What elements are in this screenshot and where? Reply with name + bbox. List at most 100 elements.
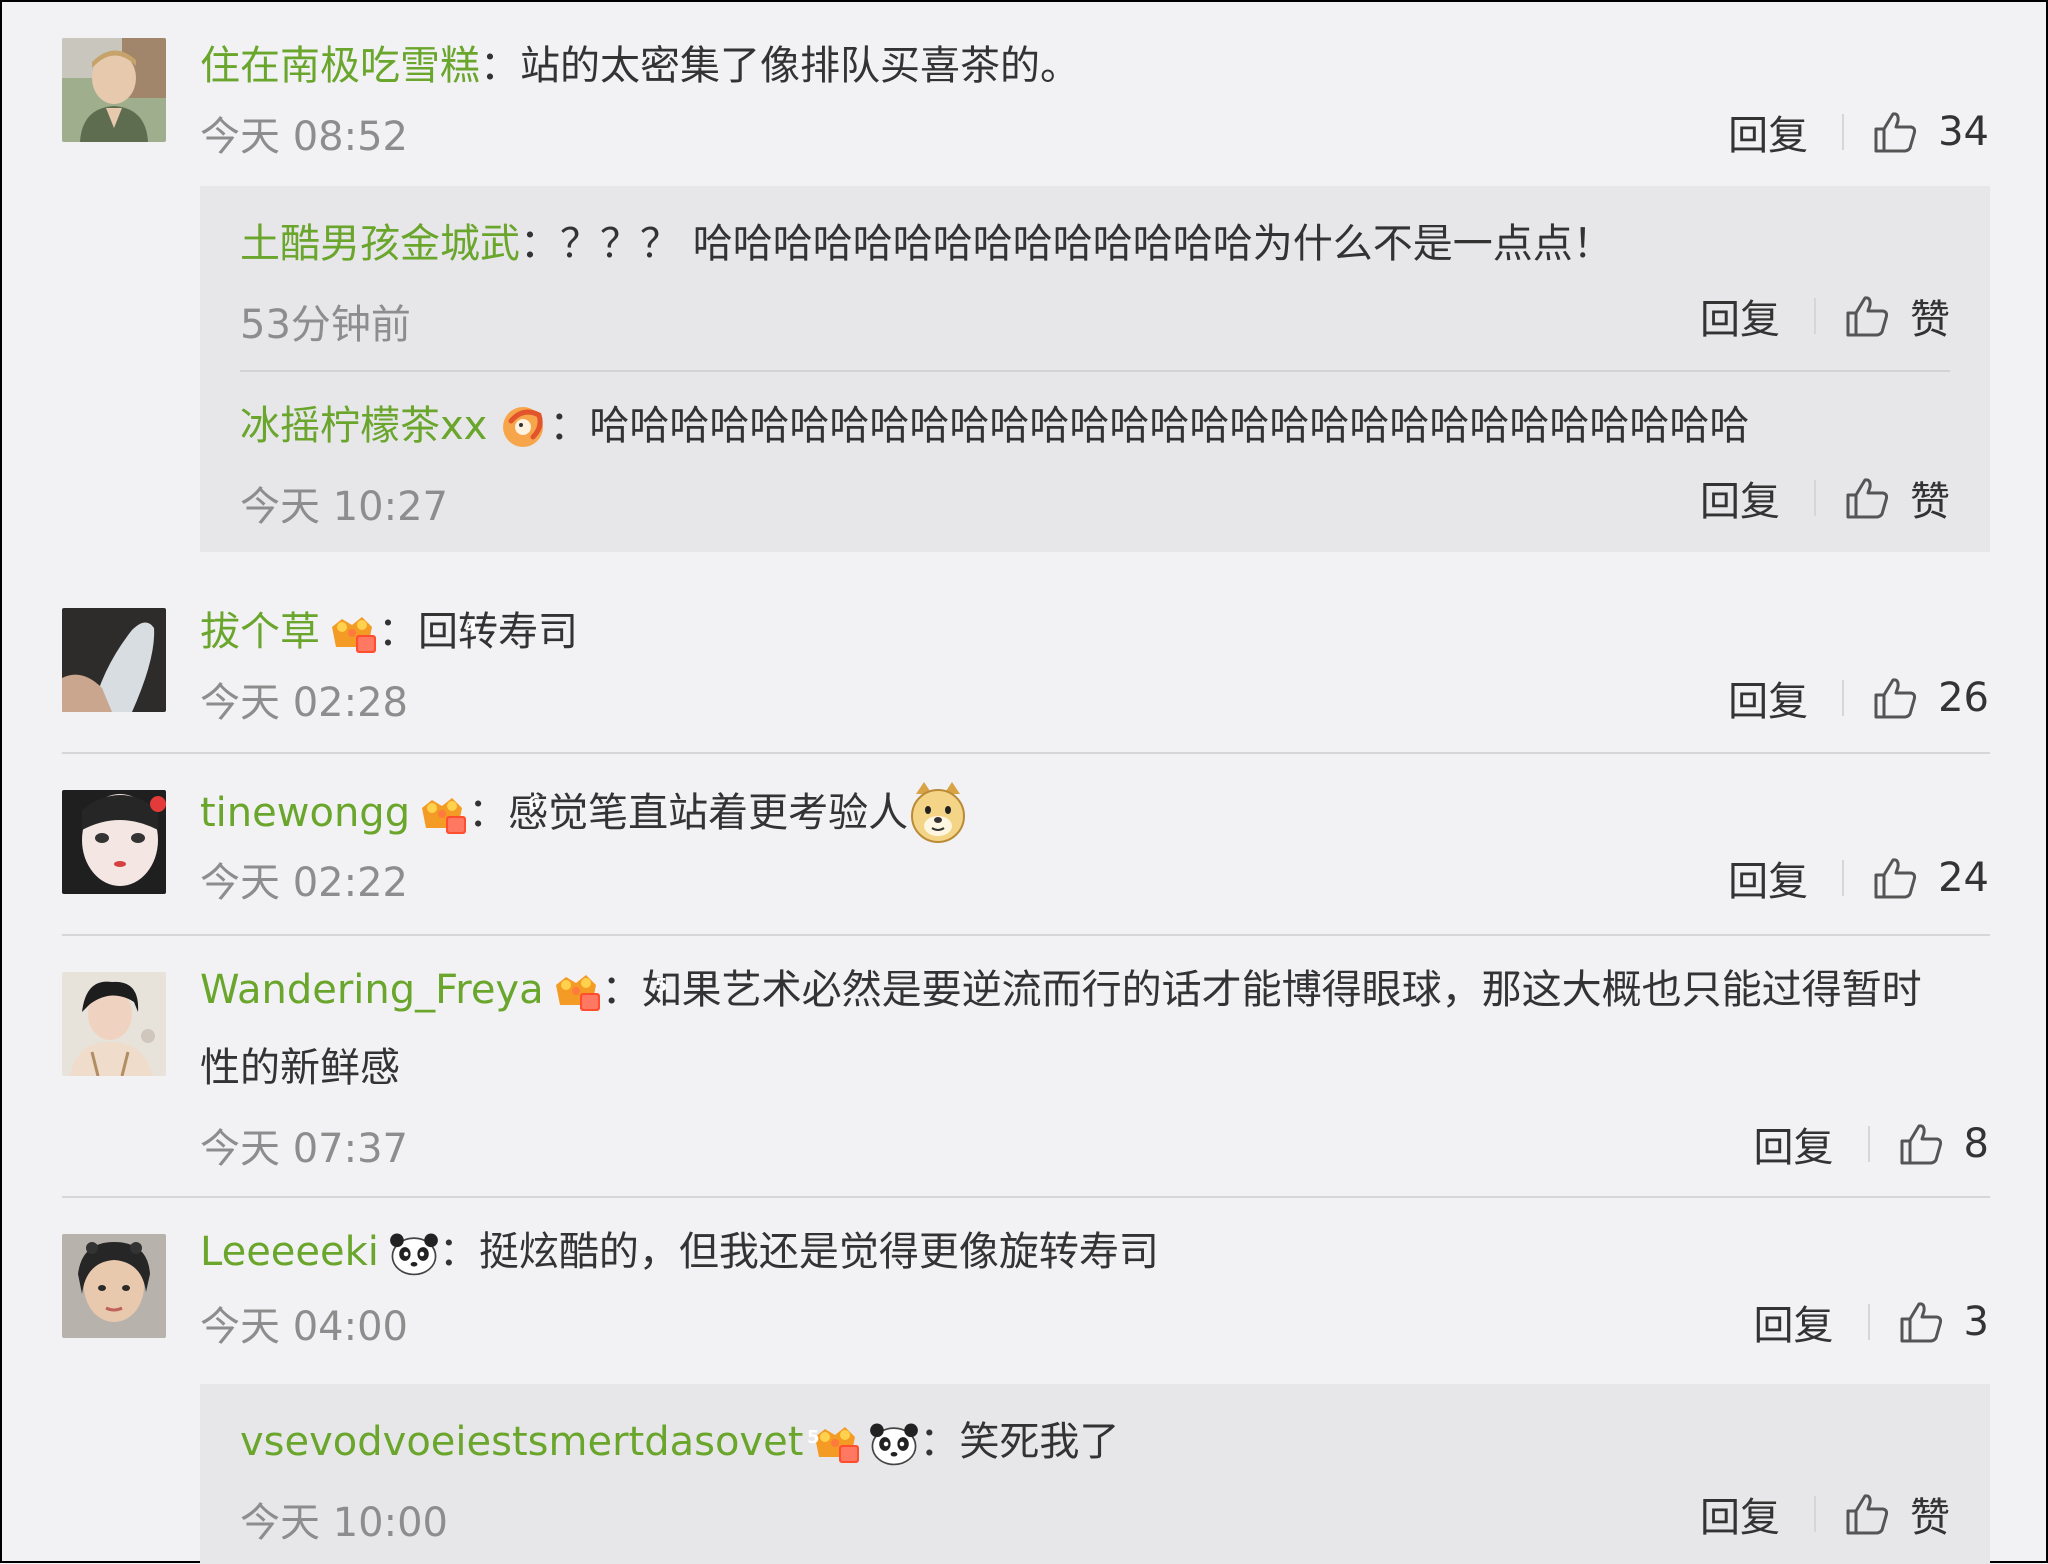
- colon: ：: [601, 967, 642, 1013]
- comment-item: 住在南极吃雪糕：站的太密集了像排队买喜茶的。 今天 08:52 回复 34: [62, 38, 1989, 160]
- action-divider: [1814, 298, 1816, 334]
- username-link[interactable]: 拔个草: [200, 609, 320, 655]
- colon: ：: [919, 1419, 960, 1465]
- colon: ：: [468, 790, 509, 836]
- timestamp: 今天 04:00: [200, 1304, 408, 1350]
- like-button[interactable]: 赞: [1844, 1485, 1950, 1543]
- reply-line: 冰摇柠檬茶xx ：哈哈哈哈哈哈哈哈哈哈哈哈哈哈哈哈哈哈哈哈哈哈哈哈哈哈哈哈哈: [240, 398, 1749, 454]
- reply-button[interactable]: 回复: [1728, 849, 1808, 907]
- username-link[interactable]: vsevodvoeiestsmertdasovet: [240, 1419, 803, 1465]
- action-divider: [1842, 114, 1845, 150]
- thumbs-up-icon: [1872, 110, 1918, 154]
- comment-line: Wandering_Freya 5 ：如果艺术必然是要逆流而行的话才能博得眼球，那这…: [200, 962, 1922, 1018]
- comment-actions: 回复 26: [1728, 670, 1989, 726]
- like-count: 3: [1963, 1299, 1989, 1345]
- like-button[interactable]: 3: [1898, 1299, 1989, 1345]
- reply-line: vsevodvoeiestsmertdasovet 5 ：笑死我了: [240, 1414, 1119, 1470]
- like-button[interactable]: 赞: [1844, 287, 1950, 345]
- thumbs-up-icon: [1844, 1492, 1890, 1536]
- comment-text: 回转寿司: [418, 609, 578, 655]
- orange-character-icon: [499, 401, 549, 451]
- like-button[interactable]: 8: [1898, 1121, 1989, 1167]
- like-count: 34: [1938, 109, 1989, 155]
- username-link[interactable]: 土酷男孩金城武: [240, 221, 520, 267]
- colon: ：: [549, 403, 590, 449]
- reply-button[interactable]: 回复: [1700, 469, 1780, 527]
- username-link[interactable]: Wandering_Freya: [200, 967, 544, 1013]
- comment-line: 住在南极吃雪糕：站的太密集了像排队买喜茶的。: [200, 38, 1080, 94]
- username-link[interactable]: Leeeeeki: [200, 1229, 379, 1275]
- colon: ：: [438, 1229, 479, 1275]
- comment-divider: [62, 752, 1990, 754]
- reply-button[interactable]: 回复: [1728, 669, 1808, 727]
- action-divider: [1867, 1304, 1870, 1340]
- like-count: 26: [1938, 675, 1989, 721]
- like-label: 赞: [1910, 479, 1950, 525]
- vip-crown-badge: [328, 611, 378, 655]
- colon: ：: [378, 609, 418, 655]
- comment-item: tinewongg 6 ：感觉笔直站着更考验人 今天 02:22 回复 24: [62, 780, 1989, 906]
- reply-button[interactable]: 回复: [1700, 287, 1780, 345]
- avatar[interactable]: [62, 38, 166, 142]
- like-label: 赞: [1910, 297, 1950, 343]
- thumbs-up-icon: [1898, 1300, 1944, 1344]
- thumbs-up-icon: [1844, 476, 1890, 520]
- comment-line: tinewongg 6 ：感觉笔直站着更考验人: [200, 780, 968, 844]
- vip-crown-badge: [418, 792, 468, 836]
- thumbs-up-icon: [1872, 856, 1918, 900]
- comment-actions: 回复 8: [1754, 1116, 1989, 1172]
- avatar[interactable]: [62, 608, 166, 712]
- avatar[interactable]: [62, 790, 166, 894]
- like-button[interactable]: 34: [1872, 109, 1989, 155]
- comment-actions: 回复 3: [1754, 1294, 1989, 1350]
- avatar[interactable]: [62, 972, 166, 1076]
- reply-divider: [240, 370, 1950, 372]
- username-link[interactable]: 住在南极吃雪糕: [200, 43, 480, 89]
- comment-text: 挺炫酷的，但我还是觉得更像旋转寿司: [478, 1229, 1159, 1275]
- reply-box: vsevodvoeiestsmertdasovet 5 ：笑死我了 今天 10:00…: [200, 1384, 1990, 1564]
- timestamp: 今天 10:27: [240, 484, 448, 530]
- like-button[interactable]: 26: [1872, 675, 1989, 721]
- vip-level: 4: [465, 617, 478, 638]
- comment-panel: 住在南极吃雪糕：站的太密集了像排队买喜茶的。 今天 08:52 回复 34 土酷…: [0, 0, 2048, 1564]
- timestamp: 今天 02:22: [200, 860, 408, 906]
- panda-emoji: [869, 1421, 919, 1467]
- thumbs-up-icon: [1872, 676, 1918, 720]
- reply-button[interactable]: 回复: [1754, 1115, 1834, 1173]
- thumbs-up-icon: [1898, 1122, 1944, 1166]
- reply-actions: 回复 赞: [1700, 1486, 1950, 1542]
- comment-text: 站的太密集了像排队买喜茶的。: [520, 43, 1080, 89]
- timestamp: 今天 02:28: [200, 680, 408, 726]
- comment-item: Leeeeeki ：挺炫酷的，但我还是觉得更像旋转寿司 今天 04:00 回复 3: [62, 1224, 1989, 1350]
- thumbs-up-icon: [1844, 294, 1890, 338]
- reply-button[interactable]: 回复: [1754, 1293, 1834, 1351]
- username-link[interactable]: 冰摇柠檬茶xx: [240, 403, 487, 449]
- reply-line: 土酷男孩金城武：？？？ 哈哈哈哈哈哈哈哈哈哈哈哈哈哈为什么不是一点点！: [240, 216, 1613, 272]
- comment-text: 如果艺术必然是要逆流而行的话才能博得眼球，那这大概也只能过得暂时: [641, 967, 1922, 1013]
- action-divider: [1842, 860, 1845, 896]
- timestamp: 今天 07:37: [200, 1126, 408, 1172]
- reply-button[interactable]: 回复: [1728, 103, 1808, 161]
- avatar[interactable]: [62, 1234, 166, 1338]
- comment-text: 性的新鲜感: [200, 1045, 400, 1091]
- comment-text: 感觉笔直站着更考验人: [508, 790, 909, 836]
- timestamp: 53分钟前: [240, 302, 411, 348]
- like-button[interactable]: 24: [1872, 855, 1989, 901]
- comment-divider: [62, 1196, 1990, 1198]
- action-divider: [1814, 480, 1816, 516]
- username-link[interactable]: tinewongg: [200, 790, 410, 836]
- timestamp: 今天 08:52: [200, 114, 408, 160]
- reply-text: 哈哈哈哈哈哈哈哈哈哈哈哈哈哈哈哈哈哈哈哈哈哈哈哈哈哈哈哈哈: [589, 403, 1750, 449]
- action-divider: [1842, 680, 1845, 716]
- reply-button[interactable]: 回复: [1700, 1485, 1780, 1543]
- comment-item: 拔个草 4 ：回转寿司 今天 02:28 回复 26: [62, 604, 1989, 726]
- like-button[interactable]: 赞: [1844, 469, 1950, 527]
- vip-crown-badge: [552, 969, 602, 1013]
- vip-level: 5: [655, 975, 668, 996]
- doge-emoji: [908, 780, 968, 844]
- like-count: 8: [1963, 1121, 1989, 1167]
- like-count: 24: [1938, 855, 1989, 901]
- vip-level: 5: [807, 1427, 820, 1448]
- colon: ：: [520, 221, 560, 267]
- action-divider: [1814, 1496, 1816, 1532]
